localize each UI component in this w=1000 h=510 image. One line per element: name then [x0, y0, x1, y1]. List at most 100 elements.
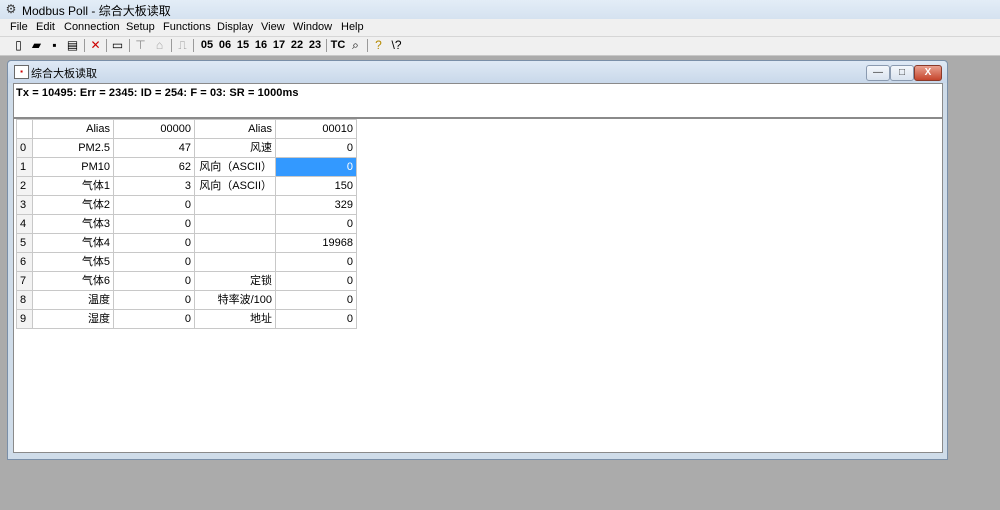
poll-client-area: Tx = 10495: Err = 2345: ID = 254: F = 03… — [13, 83, 943, 453]
row-number[interactable]: 3 — [16, 195, 33, 215]
function-22-button[interactable]: 22 — [289, 38, 305, 53]
delete-icon[interactable]: ✕ — [88, 38, 103, 53]
value-cell[interactable]: 47 — [113, 138, 195, 158]
app-titlebar: ⚙ Modbus Poll - 综合大板读取 — [0, 0, 1000, 20]
menu-connection[interactable]: Connection — [64, 20, 120, 35]
alias-cell[interactable]: 气体3 — [32, 214, 114, 234]
alias-cell[interactable]: 地址 — [194, 309, 276, 329]
window-icon[interactable]: ▭ — [110, 38, 125, 53]
value-cell[interactable]: 0 — [275, 138, 357, 158]
poll-window-titlebar[interactable]: ▪ 综合大板读取 — □ X — [8, 61, 947, 83]
menu-edit[interactable]: Edit — [36, 20, 55, 35]
connect-icon[interactable]: ⊤ — [133, 38, 148, 53]
row-number[interactable]: 2 — [16, 176, 33, 196]
toolbar: ▯ ▰ ▪ ▤ ✕ ▭ ⊤ ⌂ ⎍ 05 06 15 16 17 22 23 T… — [0, 37, 1000, 56]
table-row: 7 气体6 0 定锁 0 — [16, 271, 357, 291]
column-header-address[interactable]: 00000 — [113, 119, 195, 139]
modbus-app-icon[interactable]: ⚙ — [4, 2, 18, 16]
status-line: Tx = 10495: Err = 2345: ID = 254: F = 03… — [16, 87, 299, 99]
value-cell[interactable]: 0 — [275, 252, 357, 272]
row-number[interactable]: 7 — [16, 271, 33, 291]
menu-display[interactable]: Display — [217, 20, 253, 35]
function-17-button[interactable]: 17 — [271, 38, 287, 53]
row-number[interactable]: 9 — [16, 309, 33, 329]
value-cell[interactable]: 0 — [275, 271, 357, 291]
magnify-chart-icon[interactable]: ⌕ — [348, 38, 363, 53]
pulse-icon[interactable]: ⎍ — [175, 38, 190, 53]
value-cell[interactable]: 329 — [275, 195, 357, 215]
alias-cell[interactable] — [194, 233, 276, 253]
value-cell[interactable]: 0 — [275, 290, 357, 310]
value-cell[interactable]: 0 — [113, 233, 195, 253]
table-row: 4 气体3 0 0 — [16, 214, 357, 234]
alias-cell[interactable]: 定锁 — [194, 271, 276, 291]
menu-file[interactable]: File — [10, 20, 28, 35]
column-header-address[interactable]: 00010 — [275, 119, 357, 139]
menu-window[interactable]: Window — [293, 20, 332, 35]
value-cell[interactable]: 0 — [113, 214, 195, 234]
disconnect-icon[interactable]: ⌂ — [152, 38, 167, 53]
whats-this-icon[interactable]: \? — [389, 38, 404, 53]
alias-cell[interactable]: 气体2 — [32, 195, 114, 215]
column-header-alias[interactable]: Alias — [194, 119, 276, 139]
print-icon[interactable]: ▤ — [65, 38, 80, 53]
column-header-alias[interactable]: Alias — [32, 119, 114, 139]
open-folder-icon[interactable]: ▰ — [29, 38, 44, 53]
table-row: 2 气体1 3 风向（ASCII） 150 — [16, 176, 357, 196]
value-cell[interactable]: 0 — [113, 309, 195, 329]
value-cell[interactable]: 0 — [113, 252, 195, 272]
alias-cell[interactable]: 气体1 — [32, 176, 114, 196]
menu-help[interactable]: Help — [341, 20, 364, 35]
alias-cell[interactable]: 风速 — [194, 138, 276, 158]
minimize-button[interactable]: — — [866, 65, 890, 81]
alias-cell[interactable]: 特率波/100 — [194, 290, 276, 310]
alias-cell[interactable] — [194, 252, 276, 272]
function-15-button[interactable]: 15 — [235, 38, 251, 53]
corner-cell — [16, 119, 33, 139]
poll-window: ▪ 综合大板读取 — □ X Tx = 10495: Err = 2345: I… — [7, 60, 948, 460]
alias-cell[interactable]: 风向（ASCII） — [194, 157, 276, 177]
menu-view[interactable]: View — [261, 20, 285, 35]
alias-cell[interactable]: 温度 — [32, 290, 114, 310]
function-16-button[interactable]: 16 — [253, 38, 269, 53]
value-cell[interactable]: 3 — [113, 176, 195, 196]
value-cell[interactable]: 0 — [113, 290, 195, 310]
alias-cell[interactable]: PM10 — [32, 157, 114, 177]
close-button[interactable]: X — [914, 65, 942, 81]
alias-cell[interactable] — [194, 195, 276, 215]
function-06-button[interactable]: 06 — [217, 38, 233, 53]
table-row: 1 PM10 62 风向（ASCII） 0 — [16, 157, 357, 177]
menu-functions[interactable]: Functions — [163, 20, 211, 35]
alias-cell[interactable]: 气体4 — [32, 233, 114, 253]
value-cell[interactable]: 0 — [275, 157, 357, 177]
register-table: Alias 00000 Alias 00010 0 PM2.5 47 风速 0 1 PM10… — [16, 119, 357, 329]
alias-cell[interactable]: 风向（ASCII） — [194, 176, 276, 196]
table-row: 3 气体2 0 329 — [16, 195, 357, 215]
restore-button[interactable]: □ — [890, 65, 914, 81]
menu-setup[interactable]: Setup — [126, 20, 155, 35]
function-23-button[interactable]: 23 — [307, 38, 323, 53]
value-cell[interactable]: 0 — [113, 271, 195, 291]
alias-cell[interactable] — [194, 214, 276, 234]
function-05-button[interactable]: 05 — [199, 38, 215, 53]
alias-cell[interactable]: 气体5 — [32, 252, 114, 272]
value-cell[interactable]: 0 — [113, 195, 195, 215]
value-cell[interactable]: 150 — [275, 176, 357, 196]
value-cell[interactable]: 62 — [113, 157, 195, 177]
value-cell[interactable]: 0 — [275, 214, 357, 234]
alias-cell[interactable]: PM2.5 — [32, 138, 114, 158]
row-number[interactable]: 1 — [16, 157, 33, 177]
value-cell[interactable]: 0 — [275, 309, 357, 329]
value-cell[interactable]: 19968 — [275, 233, 357, 253]
row-number[interactable]: 4 — [16, 214, 33, 234]
help-icon[interactable]: ? — [371, 38, 386, 53]
row-number[interactable]: 6 — [16, 252, 33, 272]
alias-cell[interactable]: 气体6 — [32, 271, 114, 291]
save-icon[interactable]: ▪ — [47, 38, 62, 53]
row-number[interactable]: 5 — [16, 233, 33, 253]
row-number[interactable]: 0 — [16, 138, 33, 158]
tc-button[interactable]: TC — [330, 38, 346, 53]
row-number[interactable]: 8 — [16, 290, 33, 310]
new-file-icon[interactable]: ▯ — [11, 38, 26, 53]
alias-cell[interactable]: 湿度 — [32, 309, 114, 329]
